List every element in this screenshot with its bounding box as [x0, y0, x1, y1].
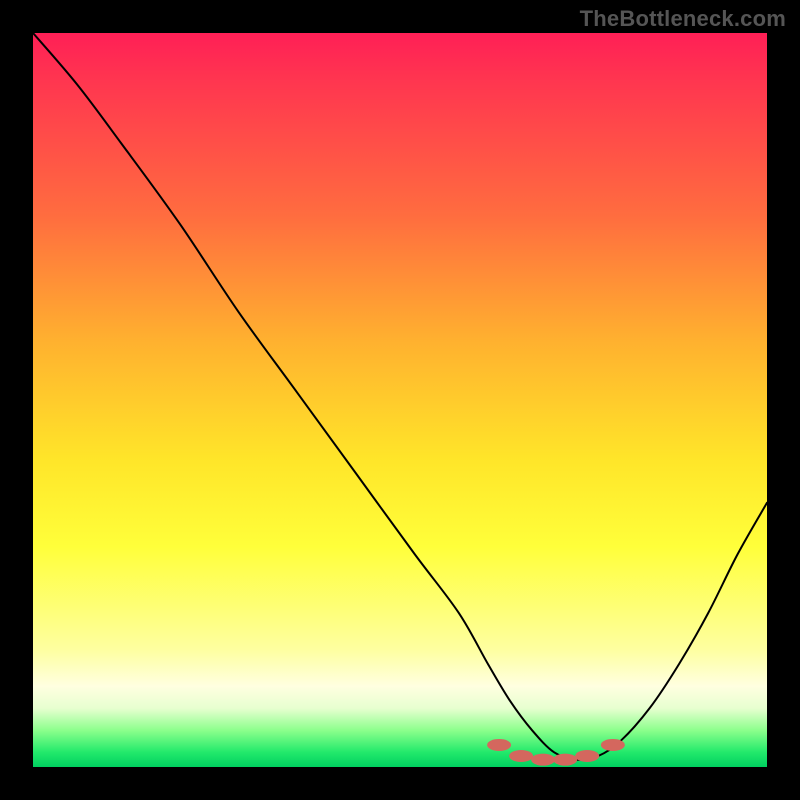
chart-frame: TheBottleneck.com: [0, 0, 800, 800]
balanced-marker: [575, 750, 599, 762]
plot-area: [33, 33, 767, 767]
balanced-marker: [601, 739, 625, 751]
balanced-marker: [553, 754, 577, 766]
balanced-marker: [509, 750, 533, 762]
balanced-marker: [487, 739, 511, 751]
balanced-marker: [531, 754, 555, 766]
watermark-text: TheBottleneck.com: [580, 6, 786, 32]
curve-layer: [33, 33, 767, 767]
bottleneck-curve: [33, 33, 767, 760]
